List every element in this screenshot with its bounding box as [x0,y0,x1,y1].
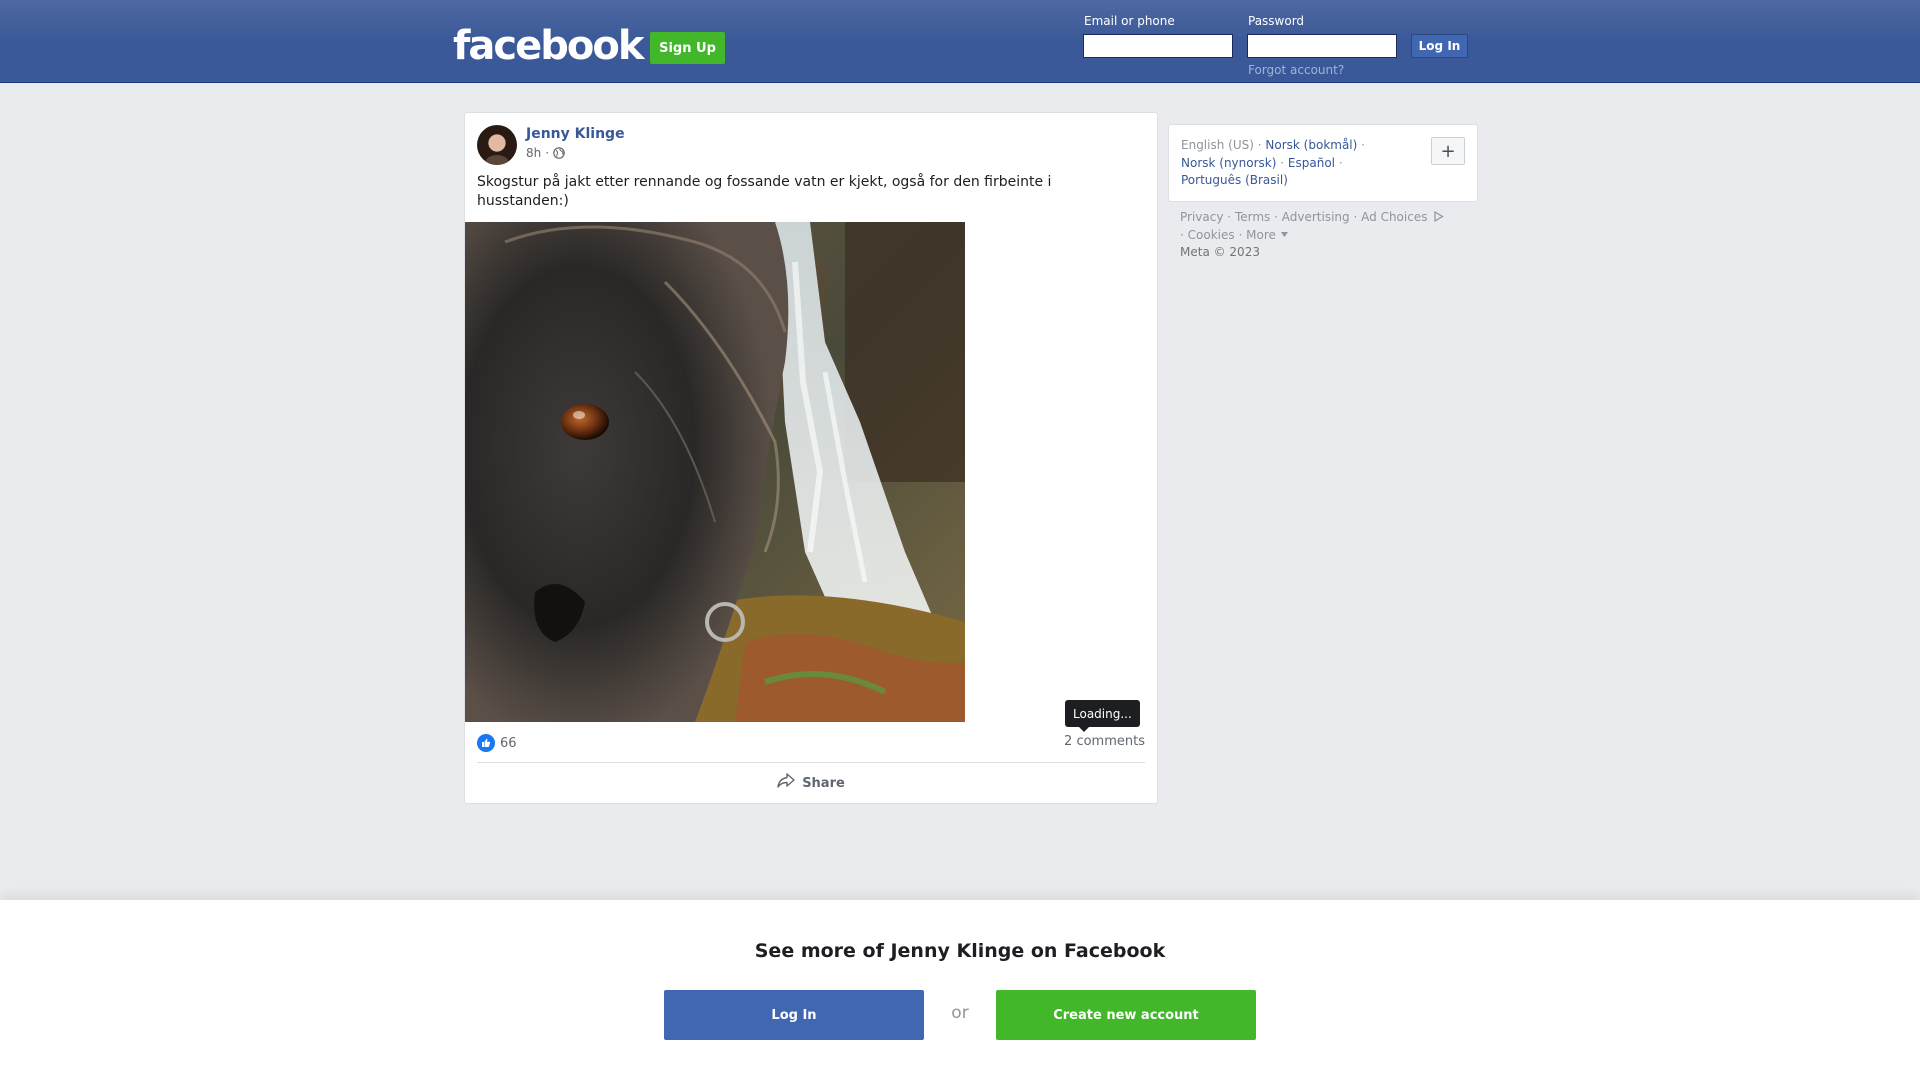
post-card: Jenny Klinge 8h · Skogstur på jakt etter… [464,112,1158,804]
copyright: Meta © 2023 [1180,245,1260,259]
footer-separator: · [1353,210,1358,224]
author-avatar[interactable] [477,125,517,165]
language-current: English (US) [1181,138,1254,152]
author-name-link[interactable]: Jenny Klinge [526,126,625,142]
banner-log-in-button[interactable]: Log In [664,990,924,1040]
log-in-button[interactable]: Log In [1411,34,1468,58]
top-navigation-bar: facebook Sign Up Email or phone Password… [0,0,1920,83]
language-option[interactable]: Norsk (bokmål) [1265,138,1357,152]
email-field[interactable] [1083,34,1233,58]
login-prompt-banner: See more of Jenny Klinge on Facebook Log… [0,900,1920,1080]
footer-link-cookies[interactable]: Cookies [1188,228,1235,242]
email-label: Email or phone [1084,14,1175,28]
post-timestamp[interactable]: 8h [526,146,541,160]
banner-or-text: or [951,1003,969,1023]
facebook-logo[interactable]: facebook [453,23,644,69]
footer-separator: · [1227,210,1232,224]
reaction-summary[interactable]: 66 [477,734,517,752]
meta-separator: · [545,146,550,160]
language-separator: · [1361,138,1365,152]
language-option[interactable]: Español [1288,156,1335,170]
post-meta: 8h · [526,146,565,160]
footer-link-more[interactable]: More [1246,228,1288,242]
caret-down-icon [1280,232,1288,237]
forgot-account-link[interactable]: Forgot account? [1248,63,1344,77]
globe-icon [553,147,565,159]
footer-link-ad-choices[interactable]: Ad Choices [1361,210,1444,224]
banner-title: See more of Jenny Klinge on Facebook [754,940,1166,962]
language-separator: · [1280,155,1285,170]
sign-up-button[interactable]: Sign Up [650,32,725,64]
dog-waterfall-photo[interactable] [465,222,965,722]
language-list: English (US) · Norsk (bokmål) · Norsk (n… [1181,137,1421,190]
ad-choices-icon [1434,210,1444,223]
footer-link-privacy[interactable]: Privacy [1180,210,1223,224]
language-option[interactable]: Português (Brasil) [1181,173,1288,187]
language-selector: English (US) · Norsk (bokmål) · Norsk (n… [1168,124,1478,202]
share-button[interactable]: Share [477,767,1145,799]
footer-separator: · [1180,228,1184,242]
loading-tooltip: Loading... [1065,700,1140,732]
password-label: Password [1248,14,1305,28]
comments-count-link[interactable]: 2 comments [1064,734,1145,749]
add-language-button[interactable]: + [1431,137,1465,165]
share-label: Share [802,775,845,791]
create-account-button[interactable]: Create new account [996,990,1256,1040]
more-label: More [1246,228,1276,242]
post-divider [477,762,1145,763]
footer-links: Privacy · Terms · Advertising · Ad Choic… [1180,208,1480,244]
ad-choices-label: Ad Choices [1361,210,1428,224]
footer-separator: · [1274,210,1278,224]
language-option[interactable]: Norsk (nynorsk) [1181,156,1276,170]
footer-link-terms[interactable]: Terms [1235,210,1270,224]
reaction-count: 66 [500,735,517,751]
password-field[interactable] [1247,34,1397,58]
share-icon [777,773,795,793]
footer-separator: · [1238,228,1243,242]
footer-link-advertising[interactable]: Advertising [1282,210,1350,224]
language-separator: · [1338,155,1343,170]
language-separator: · [1257,138,1262,152]
post-text: Skogstur på jakt etter rennande og fossa… [477,174,1052,209]
like-icon [477,734,495,752]
